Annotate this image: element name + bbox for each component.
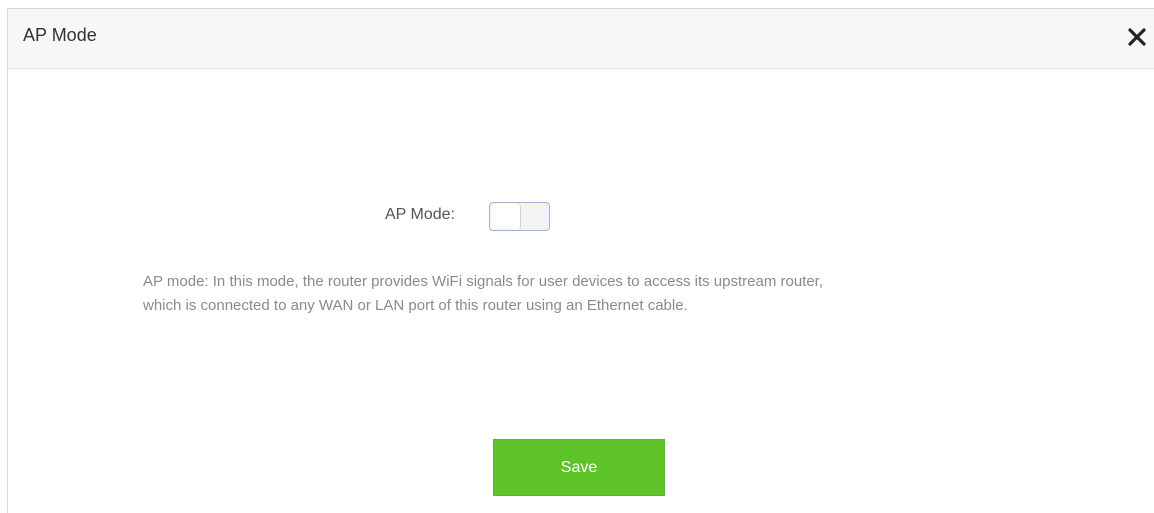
save-button[interactable]: Save <box>493 439 665 496</box>
ap-mode-dialog: AP Mode AP Mode: AP mode: In this mode, … <box>7 8 1154 513</box>
ap-mode-field: AP Mode: <box>8 202 1154 232</box>
close-icon <box>1128 28 1146 46</box>
dialog-title: AP Mode <box>23 25 97 45</box>
dialog-header: AP Mode <box>8 9 1154 69</box>
close-button[interactable] <box>1126 25 1148 49</box>
toggle-knob <box>491 204 521 229</box>
description-line-1: AP mode: In this mode, the router provid… <box>143 273 824 290</box>
description-line-2: which is connected to any WAN or LAN por… <box>143 297 688 314</box>
ap-mode-toggle[interactable] <box>489 202 550 231</box>
ap-mode-label: AP Mode: <box>385 206 455 223</box>
ap-mode-description: AP mode: In this mode, the router provid… <box>143 270 1043 318</box>
